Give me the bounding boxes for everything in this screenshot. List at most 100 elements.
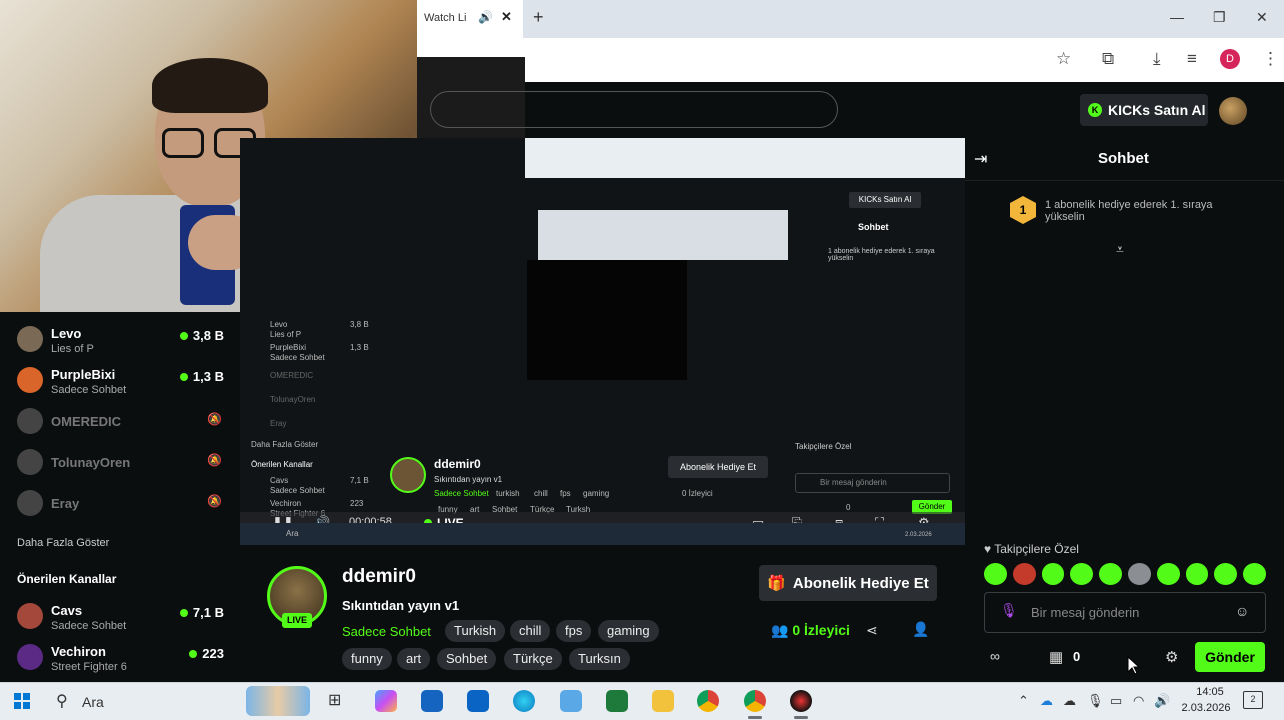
viewer-count-value: 3,8 B — [192, 328, 224, 343]
task-view-icon[interactable]: ⊞ — [328, 690, 350, 712]
browser-tab-title[interactable]: Watch Li — [424, 12, 470, 24]
widgets-button[interactable] — [246, 686, 310, 716]
copilot-icon[interactable] — [375, 690, 397, 712]
emote-icon[interactable] — [1127, 563, 1151, 585]
taskbar-search[interactable]: Ara — [82, 694, 104, 710]
show-more-link[interactable]: Daha Fazla Göster — [17, 537, 109, 549]
recommended-heading: Önerilen Kanallar — [17, 572, 117, 586]
file-explorer-icon[interactable] — [652, 690, 674, 712]
emoji-icon[interactable]: ☺ — [1235, 603, 1249, 619]
emote-icon[interactable] — [1099, 563, 1122, 585]
live-dot-icon — [189, 650, 198, 658]
restore-icon[interactable]: ❐ — [1213, 9, 1226, 26]
emote-icon[interactable] — [1243, 563, 1266, 585]
buy-kicks-button[interactable]: K KICKs Satın Al — [1080, 94, 1208, 126]
tag-art[interactable]: art — [397, 648, 431, 670]
chrome-icon[interactable] — [697, 690, 719, 712]
windows-start-icon[interactable] — [14, 693, 30, 709]
share-icon[interactable]: ⋖ — [866, 622, 878, 639]
bookmark-star-icon[interactable]: ☆ — [1056, 49, 1071, 69]
emote-icon[interactable] — [1185, 563, 1209, 585]
app-icon[interactable] — [560, 690, 582, 712]
category-link[interactable]: Sadece Sohbet — [342, 624, 431, 639]
viewer-count: 223 — [189, 646, 224, 661]
cloud-off-icon[interactable]: ☁ — [1063, 693, 1076, 709]
minimize-icon[interactable]: — — [1170, 9, 1184, 25]
emote-icon[interactable] — [1070, 563, 1094, 585]
store-icon[interactable]: ▦ — [1049, 648, 1063, 666]
tag-turkish[interactable]: Turkish — [445, 620, 506, 642]
battery-icon[interactable]: ▭ — [1110, 693, 1122, 709]
chrome-icon[interactable] — [744, 690, 766, 712]
emote-icon[interactable] — [984, 563, 1007, 585]
mirror-sidebar-sub: Lies of P — [270, 330, 302, 339]
gift-subscription-button[interactable]: 🎁 Abonelik Hediye Et — [759, 565, 937, 601]
emote-icon[interactable] — [1156, 563, 1180, 585]
obs-icon[interactable] — [790, 690, 812, 712]
mirror-sidebar-name: Eray — [270, 419, 287, 428]
new-tab-button[interactable]: + — [533, 7, 544, 28]
stream-title: Sıkıntıdan yayın v1 — [342, 598, 460, 613]
mirror-recommended: Önerilen Kanallar — [251, 460, 313, 469]
notification-icon[interactable]: 2 — [1243, 691, 1263, 709]
sidebar-item-purplebixi[interactable]: PurpleBixi Sadece Sohbet 1,3 B — [17, 363, 237, 399]
mirror-gift-button: Abonelik Hediye Et — [668, 456, 768, 478]
avatar — [17, 326, 43, 352]
viewer-count: 3,8 B — [179, 328, 224, 343]
search-input[interactable] — [430, 91, 838, 128]
clock-date[interactable]: 2.03.2026 — [1176, 702, 1236, 714]
tag-gaming[interactable]: gaming — [598, 620, 659, 642]
speaker-icon[interactable]: 🔊 — [478, 10, 493, 24]
send-button[interactable]: Gönder — [1195, 642, 1265, 672]
sidebar-item-levo[interactable]: Levo Lies of P 3,8 B — [17, 322, 237, 358]
wifi-icon[interactable]: ◠ — [1133, 693, 1144, 709]
speaker-icon[interactable]: 🔊 — [1154, 693, 1170, 709]
close-tab-icon[interactable]: ✕ — [501, 9, 512, 25]
outlook-icon[interactable] — [467, 690, 489, 712]
tag-chill[interactable]: chill — [510, 620, 551, 642]
chat-settings-icon[interactable]: ⚙ — [1165, 648, 1178, 666]
emote-icon[interactable] — [1041, 563, 1065, 585]
microphone-icon[interactable]: 🎙 — [1000, 602, 1018, 619]
active-app-indicator — [748, 716, 762, 719]
user-avatar[interactable] — [1219, 97, 1247, 125]
expand-leaderboard-icon[interactable]: ⩡ — [1116, 241, 1124, 258]
chevron-up-icon[interactable]: ⌃ — [1018, 693, 1029, 709]
collapse-chat-icon[interactable]: ⇥ — [974, 149, 987, 169]
microphone-icon[interactable]: 🎙 — [1087, 693, 1104, 709]
onedrive-icon[interactable]: ☁ — [1040, 693, 1053, 709]
store-app-icon[interactable] — [421, 690, 443, 712]
avatar — [17, 408, 43, 434]
tag-sohbet[interactable]: Sohbet — [437, 648, 497, 670]
profile-avatar[interactable]: D — [1220, 49, 1240, 69]
msi-icon[interactable] — [606, 690, 628, 712]
close-window-icon[interactable]: ✕ — [1256, 9, 1268, 26]
sidebar-item-cavs[interactable]: Cavs Sadece Sohbet 7,1 B — [17, 599, 237, 635]
sidebar-item-tolunayoren[interactable]: TolunayOren 🔕 — [17, 445, 237, 481]
store-count: 0 — [1073, 649, 1081, 664]
viewer-count-value: 0 — [792, 622, 801, 638]
chat-placeholder[interactable]: Bir mesaj gönderin — [1031, 605, 1139, 620]
channel-points-icon[interactable]: ∞ — [990, 648, 1000, 664]
emote-icon[interactable] — [1012, 563, 1036, 585]
download-icon[interactable]: ⤓ — [1153, 49, 1161, 69]
browser-menu-icon[interactable]: ⋮ — [1262, 49, 1279, 69]
media-control-icon[interactable]: ≡ — [1187, 49, 1197, 69]
sidebar-item-omeredic[interactable]: OMEREDIC 🔕 — [17, 404, 237, 440]
search-icon[interactable]: ⚲ — [56, 691, 68, 711]
extensions-icon[interactable]: ⧉ — [1102, 49, 1114, 69]
channel-category: Sadece Sohbet — [51, 384, 127, 396]
tag-fps[interactable]: fps — [556, 620, 592, 642]
tag-turkce[interactable]: Türkçe — [504, 648, 562, 670]
emote-icon[interactable] — [1214, 563, 1238, 585]
sidebar-item-eray[interactable]: Eray 🔕 — [17, 486, 237, 522]
streamer-name[interactable]: ddemir0 — [342, 566, 416, 588]
clock-time[interactable]: 14:05 — [1190, 686, 1230, 698]
tag-turksin[interactable]: Turksın — [569, 648, 630, 670]
mirror-streamer-name: ddemir0 — [434, 457, 481, 471]
edge-icon[interactable] — [513, 690, 535, 712]
channel-name: TolunayOren — [51, 455, 131, 470]
sidebar-item-vechiron[interactable]: Vechiron Street Fighter 6 223 — [17, 640, 237, 676]
follow-user-icon[interactable]: 👤 — [912, 621, 929, 638]
tag-funny[interactable]: funny — [342, 648, 392, 670]
